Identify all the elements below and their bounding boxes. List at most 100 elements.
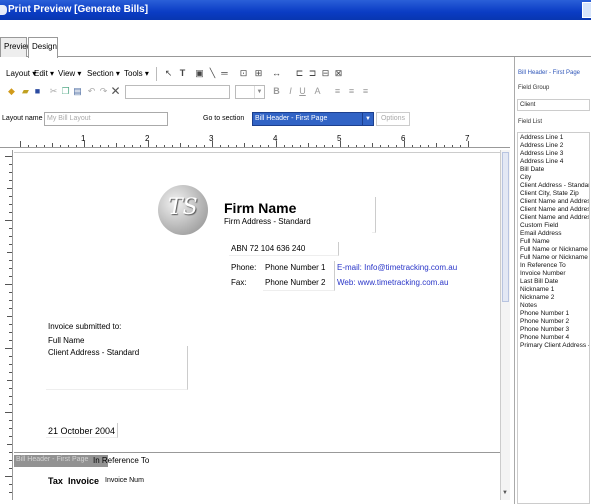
- invoice-number-field[interactable]: Invoice Num: [105, 477, 144, 484]
- menu-view[interactable]: View ▾: [58, 69, 81, 78]
- window-control-button[interactable]: [582, 2, 591, 18]
- font-color-icon[interactable]: A: [312, 86, 323, 97]
- field-list-item[interactable]: Phone Number 2: [520, 318, 569, 325]
- send-back-icon[interactable]: ⊠: [333, 68, 344, 79]
- in-reference-field[interactable]: In Reference To: [93, 456, 149, 465]
- folder-icon[interactable]: ▰: [20, 86, 31, 97]
- field-list-item[interactable]: Client Name and Address: [520, 206, 589, 213]
- field-list-item[interactable]: City: [520, 174, 531, 181]
- size-height-icon[interactable]: ⊐: [307, 68, 318, 79]
- client-name-field[interactable]: Full Name: [48, 336, 84, 345]
- field-list-item[interactable]: Client Address - Standard: [520, 182, 589, 189]
- invoice-submitted-label[interactable]: Invoice submitted to:: [48, 322, 121, 331]
- menu-tools[interactable]: Tools ▾: [124, 69, 149, 78]
- field-list-item[interactable]: Full Name or Nickname 2: [520, 254, 589, 261]
- web-field[interactable]: Web: www.timetracking.com.au: [337, 278, 448, 287]
- size-width-icon[interactable]: ⊏: [294, 68, 305, 79]
- field-list-item[interactable]: Client Name and Address: [520, 198, 589, 205]
- cut-icon[interactable]: ✂: [48, 86, 59, 97]
- field-list-item[interactable]: Phone Number 4: [520, 334, 569, 341]
- image-tool-icon[interactable]: ▣: [194, 68, 205, 79]
- field-list-item[interactable]: Client Name and Address: [520, 214, 589, 221]
- tab-design[interactable]: Design: [28, 37, 58, 58]
- section-select[interactable]: Bill Header - First Page ▼: [252, 112, 374, 126]
- font-size-select[interactable]: ▼: [235, 85, 265, 99]
- field-list-item[interactable]: Address Line 2: [520, 142, 563, 149]
- save-icon[interactable]: ■: [32, 86, 43, 97]
- field-list-item[interactable]: Last Bill Date: [520, 278, 558, 285]
- open-icon[interactable]: ◆: [6, 86, 17, 97]
- field-list-item[interactable]: Client City, State Zip: [520, 190, 579, 197]
- underline-icon[interactable]: U: [297, 86, 308, 97]
- field-list-item[interactable]: Full Name: [520, 238, 550, 245]
- field-list-item[interactable]: Full Name or Nickname 1: [520, 246, 589, 253]
- align-left-icon[interactable]: ≡: [332, 86, 343, 97]
- canvas-scrollbar[interactable]: ▼: [500, 150, 510, 500]
- distribute-icon[interactable]: ⊞: [253, 68, 264, 79]
- field-list-item[interactable]: Address Line 3: [520, 150, 563, 157]
- layout-name-field[interactable]: My Bill Layout: [44, 112, 168, 126]
- align-center-icon[interactable]: ≡: [346, 86, 357, 97]
- field-list-item[interactable]: Address Line 4: [520, 158, 563, 165]
- design-canvas[interactable]: [14, 150, 500, 454]
- spacing-icon[interactable]: ↔: [271, 68, 282, 79]
- redo-icon[interactable]: ↷: [98, 86, 109, 97]
- ruler-tick: [228, 145, 229, 147]
- chevron-down-icon[interactable]: ▼: [362, 112, 374, 126]
- delete-icon[interactable]: ✕: [110, 85, 121, 97]
- ruler-tick: [9, 332, 12, 333]
- phone-label[interactable]: Phone:: [231, 263, 256, 272]
- font-name-select[interactable]: [125, 85, 230, 99]
- field-list-item[interactable]: Primary Client Address - Standard: [520, 342, 589, 349]
- tab-preview[interactable]: Preview: [0, 37, 32, 57]
- email-field[interactable]: E-mail: Info@timetracking.com.au: [337, 263, 457, 272]
- field-outline: [46, 346, 188, 390]
- ruler-tick: [68, 145, 69, 147]
- ruler-tick: [5, 284, 12, 285]
- firm-address-field[interactable]: Firm Address - Standard: [224, 217, 311, 226]
- field-list-item[interactable]: Notes: [520, 302, 537, 309]
- hline-tool-icon[interactable]: ═: [219, 68, 230, 79]
- field-list-item[interactable]: Email Address: [520, 230, 562, 237]
- field-list-item[interactable]: Address Line 1: [520, 134, 563, 141]
- section-select-value: Bill Header - First Page: [255, 115, 328, 122]
- field-list-item[interactable]: In Reference To: [520, 262, 566, 269]
- field-list[interactable]: Address Line 1 Address Line 2 Address Line…: [517, 132, 590, 504]
- scroll-thumb[interactable]: [502, 152, 509, 302]
- section-band[interactable]: Bill Header - First Page: [14, 452, 500, 470]
- field-group-select[interactable]: Client: [517, 99, 590, 111]
- invoice-label[interactable]: Invoice: [68, 476, 99, 486]
- fax-label[interactable]: Fax:: [231, 278, 247, 287]
- ruler-tick: [124, 145, 125, 147]
- ruler-tick: [324, 145, 325, 147]
- ruler-tick: [20, 141, 21, 147]
- options-button[interactable]: Options: [376, 112, 410, 126]
- ruler-tick: [9, 244, 12, 245]
- align-right-icon[interactable]: ≡: [360, 86, 371, 97]
- field-list-item[interactable]: Custom Field: [520, 222, 558, 229]
- field-list-item[interactable]: Nickname 1: [520, 286, 554, 293]
- copy-icon[interactable]: ❐: [60, 86, 71, 97]
- field-list-item[interactable]: Phone Number 1: [520, 310, 569, 317]
- field-list-item[interactable]: Nickname 2: [520, 294, 554, 301]
- menu-edit[interactable]: Edit ▾: [34, 69, 54, 78]
- firm-name-field[interactable]: Firm Name: [224, 200, 296, 216]
- pointer-icon[interactable]: ↖: [163, 68, 174, 79]
- firm-logo[interactable]: TS: [158, 185, 208, 235]
- scroll-down-icon[interactable]: ▼: [502, 490, 509, 498]
- paste-icon[interactable]: ▤: [72, 86, 83, 97]
- italic-icon[interactable]: I: [285, 86, 296, 97]
- align-icon[interactable]: ⊡: [238, 68, 249, 79]
- bold-icon[interactable]: B: [271, 86, 282, 97]
- menu-section[interactable]: Section ▾: [87, 69, 120, 78]
- tax-label[interactable]: Tax: [48, 476, 63, 486]
- undo-icon[interactable]: ↶: [86, 86, 97, 97]
- line-tool-icon[interactable]: ╲: [207, 68, 218, 79]
- field-list-item[interactable]: Invoice Number: [520, 270, 566, 277]
- bring-front-icon[interactable]: ⊟: [320, 68, 331, 79]
- menu-layout[interactable]: Layout ▾: [6, 69, 36, 78]
- field-list-item[interactable]: Phone Number 3: [520, 326, 569, 333]
- text-tool-icon[interactable]: T: [177, 68, 188, 79]
- ruler-tick: [9, 172, 12, 173]
- field-list-item[interactable]: Bill Date: [520, 166, 544, 173]
